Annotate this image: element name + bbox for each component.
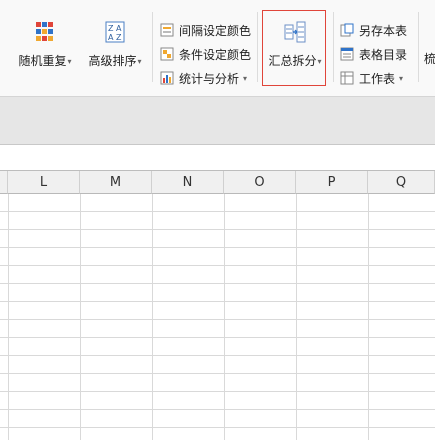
chevron-down-icon: ▾: [243, 73, 248, 83]
column-header-l[interactable]: L: [8, 171, 80, 194]
formula-bar-area: [0, 97, 435, 145]
random-repeat-label: 随机重复: [18, 54, 67, 68]
interval-color-label: 间隔设定颜色: [179, 23, 252, 38]
condition-color-label: 条件设定颜色: [179, 47, 252, 62]
stats-analysis-label: 统计与分析: [179, 71, 240, 86]
svg-text:Z: Z: [108, 24, 114, 33]
worksheet-button[interactable]: 工作表 ▾: [340, 68, 403, 88]
separator: [333, 12, 334, 82]
cell-grid[interactable]: [0, 194, 435, 440]
interval-color-icon: [160, 23, 174, 37]
next-tool-button[interactable]: 梳: [424, 48, 435, 68]
random-repeat-icon: [34, 20, 56, 44]
next-tool-label: 梳: [424, 51, 435, 66]
column-header-n[interactable]: N: [152, 171, 224, 194]
column-header-p[interactable]: P: [296, 171, 368, 194]
ribbon-toolbar: 随机重复▾ Z A A Z 高级排序▾ 间隔设定颜色 条件设定颜色 统计与分析 …: [0, 0, 435, 97]
column-header-q[interactable]: Q: [368, 171, 435, 194]
worksheet-label: 工作表: [359, 71, 396, 86]
sheet-index-button[interactable]: 表格目录: [340, 44, 407, 64]
svg-text:Z: Z: [116, 33, 122, 42]
separator: [257, 12, 258, 82]
condition-color-button[interactable]: 条件设定颜色: [160, 44, 251, 64]
interval-color-button[interactable]: 间隔设定颜色: [160, 20, 251, 40]
separator: [418, 12, 419, 82]
random-repeat-button[interactable]: 随机重复▾: [14, 10, 76, 80]
chevron-down-icon: ▾: [67, 57, 72, 66]
save-copy-label: 另存本表: [359, 23, 408, 38]
worksheet-icon: [340, 71, 354, 85]
column-header-partial[interactable]: [0, 171, 8, 194]
highlight-box: [262, 10, 326, 86]
condition-color-icon: [160, 47, 174, 61]
chevron-down-icon: ▾: [137, 57, 142, 66]
save-copy-icon: [340, 23, 354, 37]
advanced-sort-button[interactable]: Z A A Z 高级排序▾: [84, 10, 146, 80]
sheet-index-icon: [340, 47, 354, 61]
svg-text:A: A: [116, 24, 122, 33]
sort-az-icon: Z A A Z: [104, 20, 126, 44]
advanced-sort-label: 高级排序: [88, 54, 137, 68]
column-header-m[interactable]: M: [80, 171, 152, 194]
name-row: [0, 145, 435, 171]
sheet-index-label: 表格目录: [359, 47, 408, 62]
svg-text:A: A: [108, 33, 114, 42]
chevron-down-icon: ▾: [399, 73, 404, 83]
separator: [152, 12, 153, 82]
stats-analysis-button[interactable]: 统计与分析 ▾: [160, 68, 247, 88]
column-header-o[interactable]: O: [224, 171, 296, 194]
stats-icon: [160, 71, 174, 85]
save-copy-button[interactable]: 另存本表: [340, 20, 407, 40]
